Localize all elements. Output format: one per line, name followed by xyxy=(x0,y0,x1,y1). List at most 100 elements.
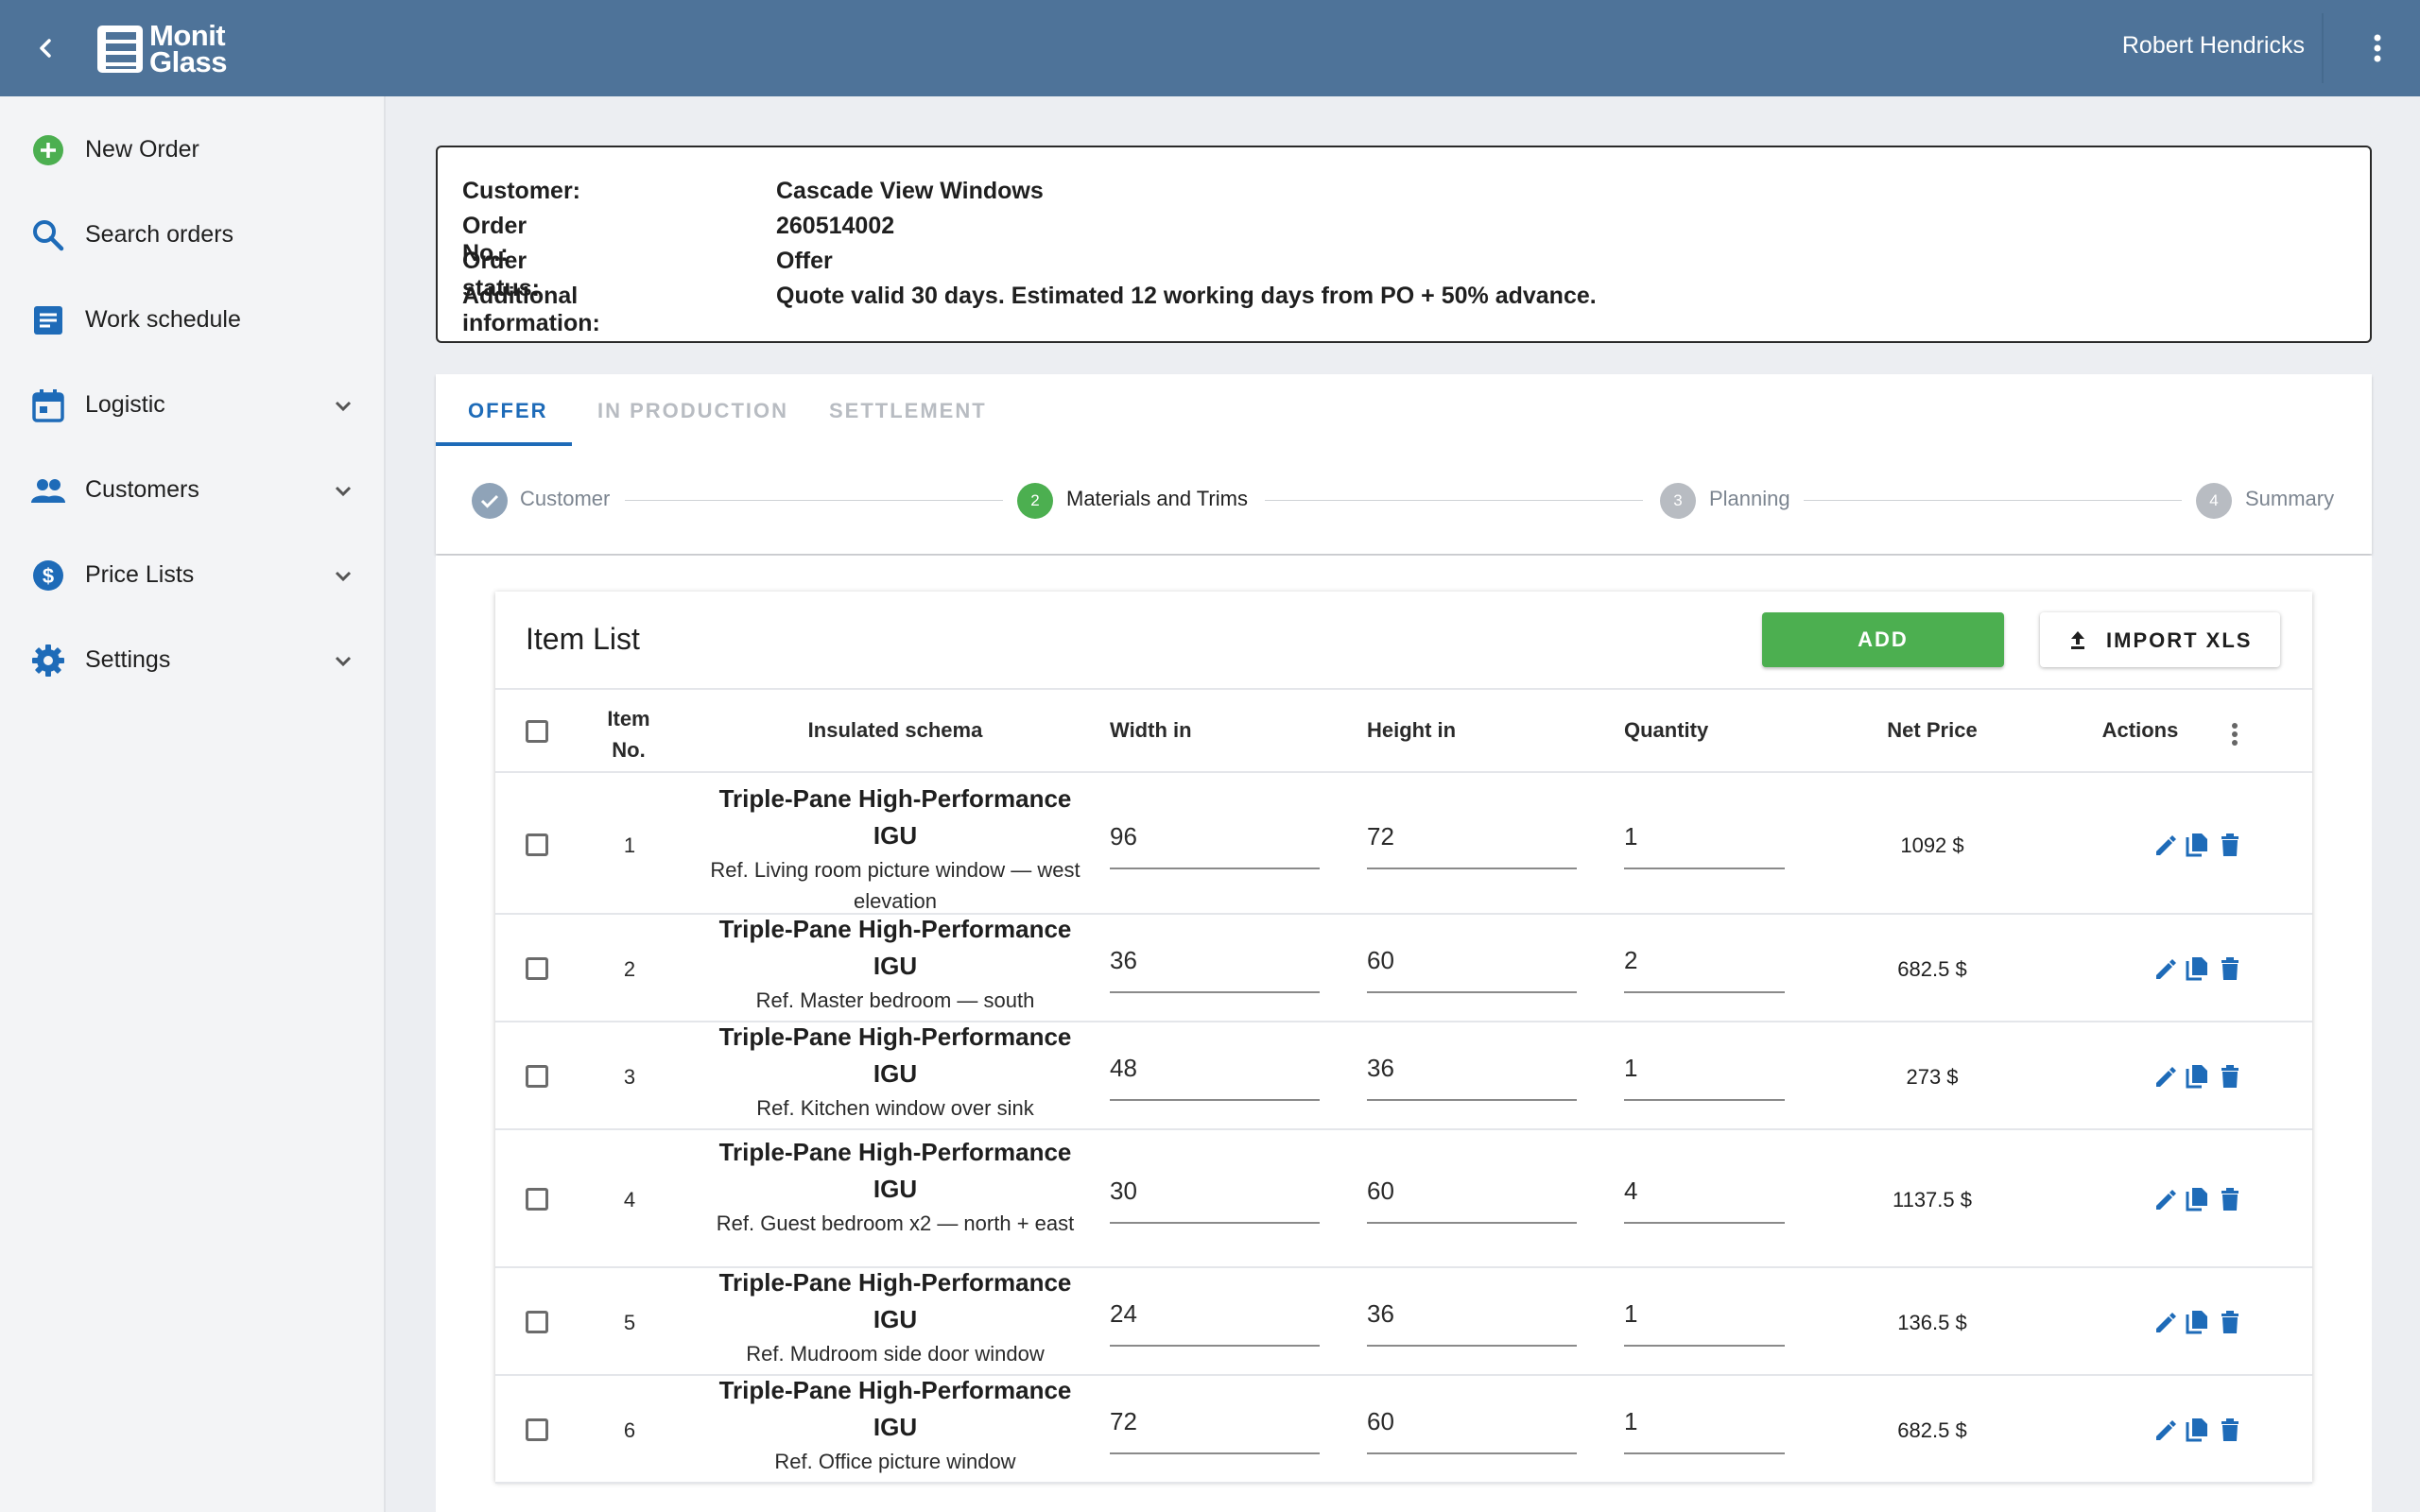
chevron-down-icon xyxy=(335,486,352,497)
step-planning-label[interactable]: Planning xyxy=(1709,487,1790,511)
sidebar-item-label: Work schedule xyxy=(85,306,241,333)
step-connector xyxy=(1804,500,2182,501)
quantity-input[interactable]: 1 xyxy=(1624,816,1785,869)
row-checkbox[interactable] xyxy=(526,1188,548,1211)
edit-icon[interactable] xyxy=(2152,954,2180,983)
width-input[interactable]: 36 xyxy=(1110,940,1320,993)
logo-text: Monit Glass xyxy=(149,19,227,78)
people-icon xyxy=(31,479,65,503)
row-checkbox[interactable] xyxy=(526,833,548,856)
height-input[interactable]: 72 xyxy=(1367,816,1577,869)
quantity-input[interactable]: 1 xyxy=(1624,1401,1785,1454)
schema-reference: Ref. Office picture window xyxy=(774,1450,1016,1473)
back-button[interactable] xyxy=(25,27,66,69)
tab-settlement[interactable]: SETTLEMENT xyxy=(829,399,987,442)
copy-icon[interactable] xyxy=(2184,1416,2212,1444)
tab-offer[interactable]: OFFER xyxy=(468,399,548,442)
step-materials-number[interactable]: 2 xyxy=(1017,483,1053,519)
table-row: 1 Triple-Pane High-Performance IGU Ref. Li… xyxy=(495,775,2312,915)
order-tabs-card: OFFER IN PRODUCTION SETTLEMENT Customer … xyxy=(436,374,2372,554)
quantity-input[interactable]: 2 xyxy=(1624,940,1785,993)
column-width[interactable]: Width in xyxy=(1110,718,1192,743)
edit-icon[interactable] xyxy=(2152,1308,2180,1336)
row-checkbox[interactable] xyxy=(526,1418,548,1441)
chevron-down-icon xyxy=(335,401,352,412)
copy-icon[interactable] xyxy=(2184,831,2212,859)
step-summary-number[interactable]: 4 xyxy=(2196,483,2232,519)
sidebar-item-search-orders[interactable]: Search orders xyxy=(0,198,384,274)
schema-name: Triple-Pane High-Performance IGU xyxy=(718,1268,1072,1333)
table-row: 3 Triple-Pane High-Performance IGU Ref. Ki… xyxy=(495,1022,2312,1130)
additional-info-value: Quote valid 30 days. Estimated 12 workin… xyxy=(776,283,1597,309)
copy-icon[interactable] xyxy=(2184,1062,2212,1091)
column-item-no[interactable]: Item No. xyxy=(596,703,662,765)
sidebar-item-customers[interactable]: Customers xyxy=(0,454,384,529)
height-input[interactable]: 36 xyxy=(1367,1048,1577,1101)
height-input[interactable]: 36 xyxy=(1367,1294,1577,1347)
import-xls-button[interactable]: IMPORT XLS xyxy=(2040,612,2280,667)
row-checkbox[interactable] xyxy=(526,1311,548,1333)
height-input[interactable]: 60 xyxy=(1367,1171,1577,1224)
select-all-checkbox[interactable] xyxy=(526,720,548,743)
delete-icon[interactable] xyxy=(2216,954,2244,983)
height-input[interactable]: 60 xyxy=(1367,1401,1577,1454)
delete-icon[interactable] xyxy=(2216,831,2244,859)
height-input[interactable]: 60 xyxy=(1367,940,1577,993)
copy-icon[interactable] xyxy=(2184,954,2212,983)
step-customer-done-icon[interactable] xyxy=(472,483,508,519)
column-height[interactable]: Height in xyxy=(1367,718,1456,743)
quantity-input[interactable]: 1 xyxy=(1624,1294,1785,1347)
check-icon xyxy=(480,494,499,508)
column-menu-icon[interactable] xyxy=(2225,720,2244,748)
net-price: 682.5 $ xyxy=(1897,1418,1967,1442)
step-planning-number[interactable]: 3 xyxy=(1660,483,1696,519)
sidebar-item-label: Settings xyxy=(85,646,171,673)
step-materials-label[interactable]: Materials and Trims xyxy=(1066,487,1248,511)
sidebar-item-logistic[interactable]: Logistic xyxy=(0,369,384,444)
schema-reference: Ref. Master bedroom — south xyxy=(755,988,1035,1012)
app-logo[interactable]: Monit Glass xyxy=(96,19,248,78)
user-name[interactable]: Robert Hendricks xyxy=(2122,32,2305,60)
edit-icon[interactable] xyxy=(2152,831,2180,859)
sidebar-item-price-lists[interactable]: $ Price Lists xyxy=(0,539,384,614)
delete-icon[interactable] xyxy=(2216,1185,2244,1213)
column-insulated-schema[interactable]: Insulated schema xyxy=(709,718,1081,743)
delete-icon[interactable] xyxy=(2216,1416,2244,1444)
width-input[interactable]: 96 xyxy=(1110,816,1320,869)
column-quantity[interactable]: Quantity xyxy=(1624,718,1708,743)
row-checkbox[interactable] xyxy=(526,1065,548,1088)
copy-icon[interactable] xyxy=(2184,1308,2212,1336)
sidebar-item-settings[interactable]: Settings xyxy=(0,624,384,699)
delete-icon[interactable] xyxy=(2216,1062,2244,1091)
width-input[interactable]: 72 xyxy=(1110,1401,1320,1454)
tab-in-production[interactable]: IN PRODUCTION xyxy=(597,399,788,442)
width-input[interactable]: 24 xyxy=(1110,1294,1320,1347)
edit-icon[interactable] xyxy=(2152,1416,2180,1444)
additional-info-label: Additional information: xyxy=(462,283,600,336)
step-customer-label[interactable]: Customer xyxy=(520,487,610,511)
quantity-input[interactable]: 4 xyxy=(1624,1171,1785,1224)
table-row: 6 Triple-Pane High-Performance IGU Ref. Of… xyxy=(495,1376,2312,1484)
table-row: 2 Triple-Pane High-Performance IGU Ref. Ma… xyxy=(495,915,2312,1022)
net-price: 1092 $ xyxy=(1900,833,1964,857)
row-checkbox[interactable] xyxy=(526,957,548,980)
insulated-schema-cell: Triple-Pane High-Performance IGU Ref. Mud… xyxy=(709,1264,1081,1369)
sidebar-item-work-schedule[interactable]: Work schedule xyxy=(0,284,384,359)
edit-icon[interactable] xyxy=(2152,1062,2180,1091)
sidebar-item-label: Customers xyxy=(85,476,199,503)
width-input[interactable]: 48 xyxy=(1110,1048,1320,1101)
order-info-card: Customer: Cascade View Windows Order No.… xyxy=(436,146,2372,343)
copy-icon[interactable] xyxy=(2184,1185,2212,1213)
add-item-button[interactable]: ADD xyxy=(1762,612,2004,667)
item-number: 2 xyxy=(623,957,636,981)
edit-icon[interactable] xyxy=(2152,1185,2180,1213)
sidebar-item-new-order[interactable]: New Order xyxy=(0,113,384,189)
order-status-value: Offer xyxy=(776,248,833,274)
item-number: 5 xyxy=(623,1311,636,1334)
width-input[interactable]: 30 xyxy=(1110,1171,1320,1224)
step-summary-label[interactable]: Summary xyxy=(2245,487,2334,511)
delete-icon[interactable] xyxy=(2216,1308,2244,1336)
column-net-price[interactable]: Net Price xyxy=(1838,718,2027,743)
quantity-input[interactable]: 1 xyxy=(1624,1048,1785,1101)
more-menu-button[interactable] xyxy=(2361,28,2394,68)
